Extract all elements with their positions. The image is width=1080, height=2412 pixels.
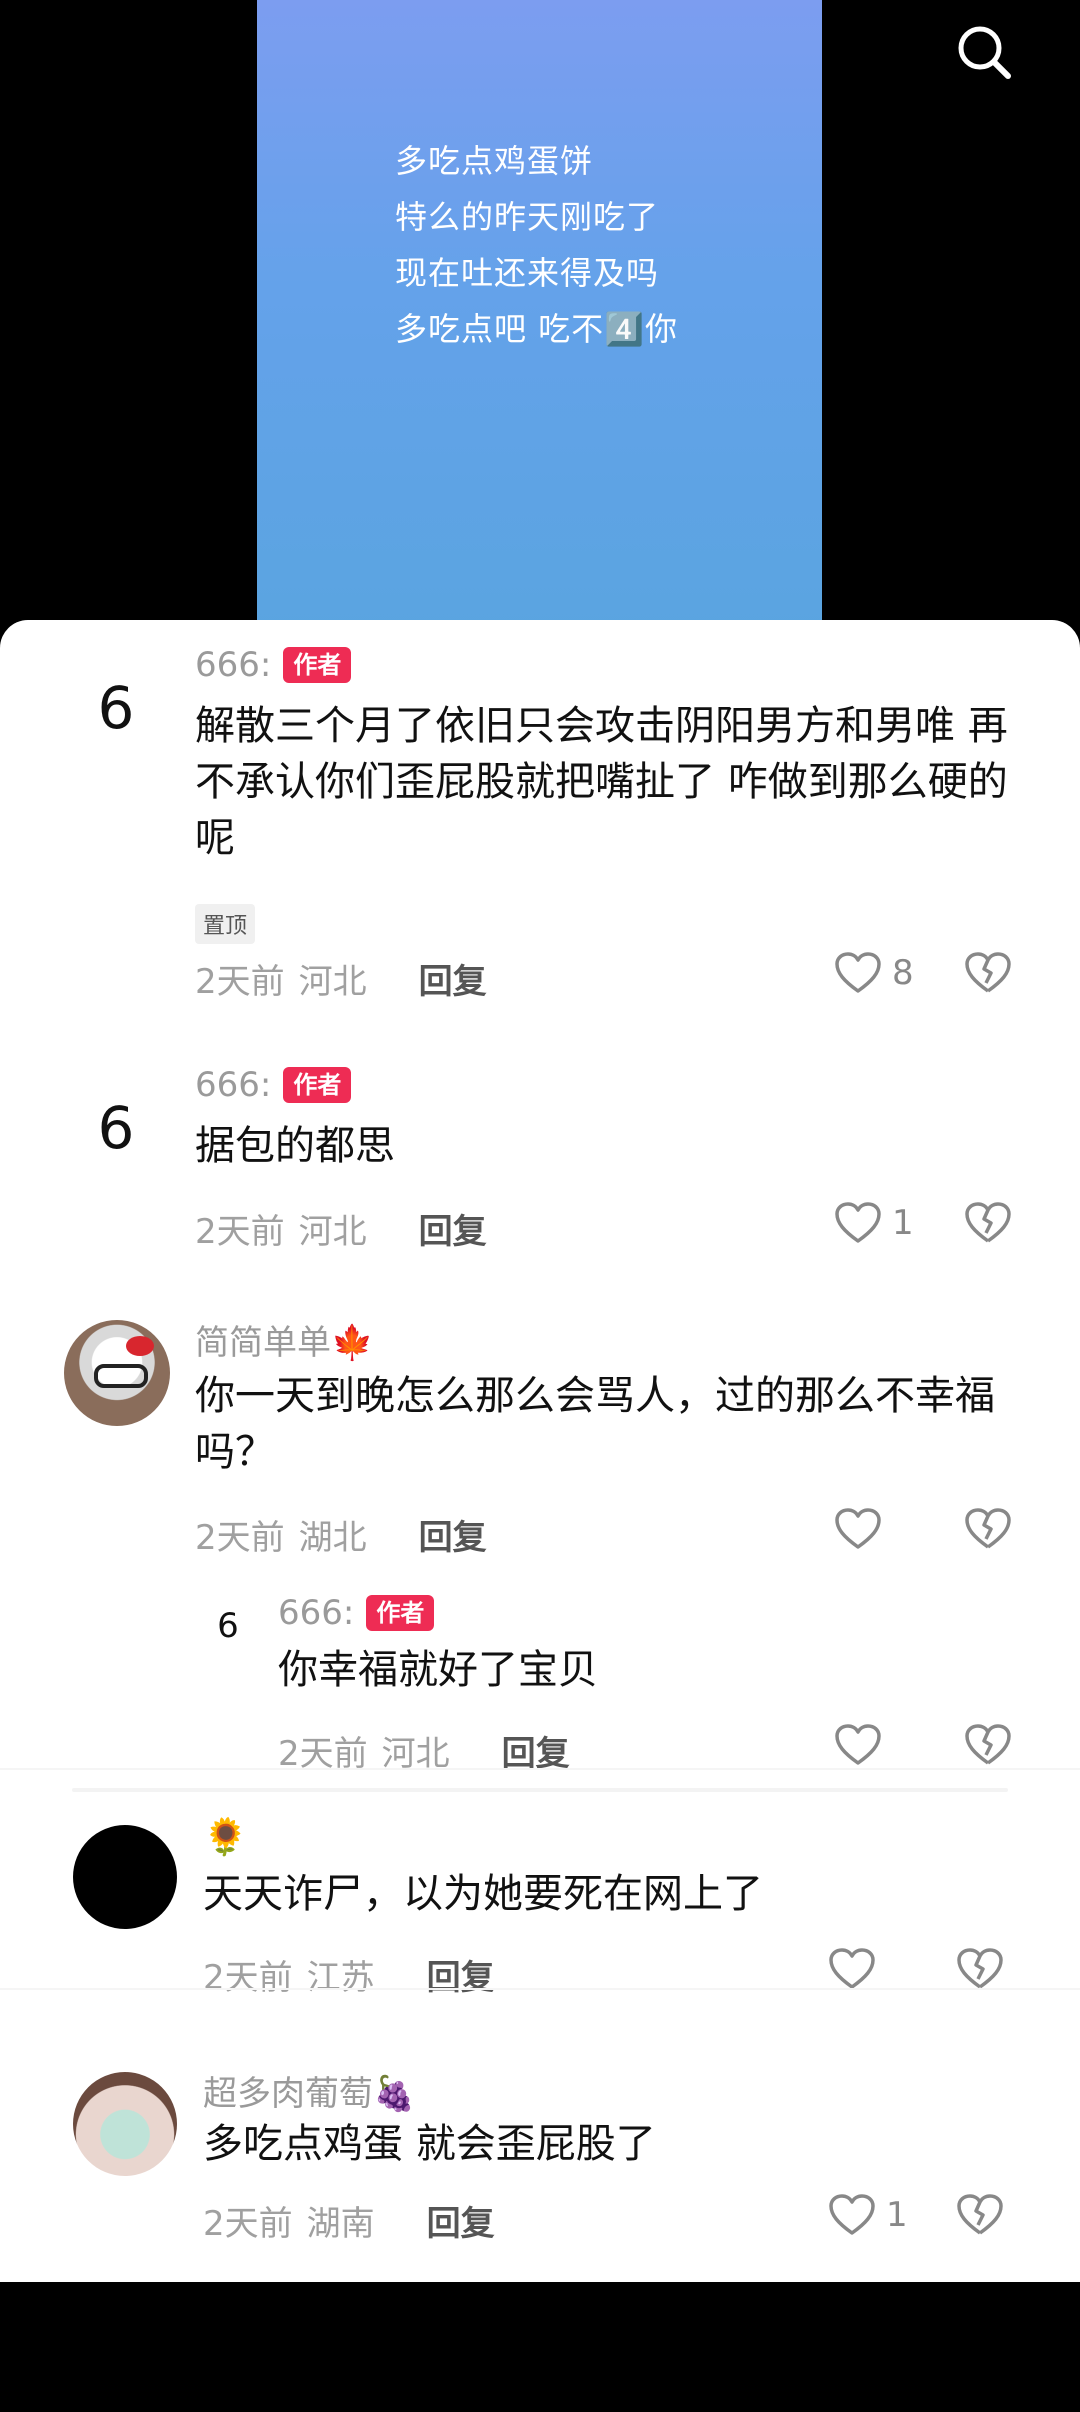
dislike-button[interactable] (964, 1201, 1012, 1245)
caption-line: 多吃点吧 吃不4️⃣你 (395, 310, 679, 348)
like-button[interactable]: 1 (834, 1201, 914, 1245)
comment-location: 湖北 (298, 1518, 367, 1558)
caption-line: 特么的昨天刚吃了 (395, 198, 660, 236)
avatar[interactable]: 6 (68, 1080, 164, 1176)
comment-time: 2天前 (195, 1518, 285, 1558)
comment-header: 简简单单🍁 (195, 1315, 373, 1364)
caption-line: 现在吐还来得及吗 (395, 254, 660, 292)
divider (72, 1788, 1008, 1792)
like-count: 1 (886, 2195, 908, 2235)
comment-header: 666: 作者 (278, 1593, 435, 1633)
divider (0, 1988, 1080, 1990)
comment-text[interactable]: 解散三个月了依旧只会攻击阴阳男方和男唯 再不承认你们歪屁股就把嘴扯了 咋做到那么… (195, 698, 1025, 866)
broken-heart-icon (965, 1202, 1011, 1243)
heart-icon (835, 1202, 881, 1243)
comment-location: 湖南 (306, 2204, 375, 2244)
avatar[interactable] (64, 1320, 170, 1426)
reply-button[interactable]: 回复 (419, 1510, 487, 1559)
avatar[interactable] (73, 1825, 177, 1929)
like-count: 1 (892, 1203, 914, 1243)
dislike-button[interactable] (964, 1723, 1012, 1767)
search-icon[interactable] (954, 22, 1014, 82)
comment-meta: 2天前 湖北 回复 (195, 1510, 487, 1559)
username[interactable]: 超多肉葡萄🍇 (203, 2066, 415, 2115)
comment-text[interactable]: 据包的都思 (195, 1118, 1025, 1174)
avatar[interactable]: 6 (200, 1598, 256, 1654)
username[interactable]: 🌻 (203, 1816, 248, 1858)
username[interactable]: 666: (278, 1593, 354, 1633)
reply-button[interactable]: 回复 (427, 1950, 495, 1999)
like-button[interactable]: 8 (834, 951, 914, 995)
comment-header: 🌻 (203, 1816, 248, 1858)
comment-location: 河北 (298, 1212, 367, 1252)
broken-heart-icon (965, 1508, 1011, 1549)
comment-text[interactable]: 你一天到晚怎么那么会骂人，过的那么不幸福吗？ (195, 1368, 1025, 1480)
comment-meta: 2天前 河北 回复 (195, 954, 487, 1003)
like-button[interactable] (834, 1723, 892, 1767)
comment-location: 江苏 (306, 1958, 375, 1998)
comment-meta: 2天前 江苏 回复 (203, 1950, 495, 1999)
comment-time: 2天前 (195, 1212, 285, 1252)
username[interactable]: 简简单单🍁 (195, 1315, 373, 1364)
dislike-button[interactable] (956, 2193, 1004, 2237)
comment-panel: 6 666: 作者 解散三个月了依旧只会攻击阴阳男方和男唯 再不承认你们歪屁股就… (0, 620, 1080, 2282)
comment-header: 666: 作者 (195, 1065, 352, 1105)
glasses-icon (94, 1364, 148, 1388)
video-player[interactable]: 多吃点鸡蛋饼 特么的昨天刚吃了 现在吐还来得及吗 多吃点吧 吃不4️⃣你 (257, 0, 822, 640)
comment-meta: 2天前 湖南 回复 (203, 2196, 495, 2245)
heart-icon (829, 2194, 875, 2235)
like-button[interactable]: 1 (828, 2193, 908, 2237)
caption-line: 多吃点鸡蛋饼 (395, 142, 594, 180)
author-badge: 作者 (283, 647, 352, 683)
dislike-button[interactable] (956, 1947, 1004, 1991)
pinned-label: 置顶 (195, 904, 256, 944)
broken-heart-icon (965, 1724, 1011, 1765)
reply-button[interactable]: 回复 (419, 954, 487, 1003)
like-count: 8 (892, 953, 914, 993)
broken-heart-icon (957, 2194, 1003, 2235)
comment-text[interactable]: 天天诈尸，以为她要死在网上了 (203, 1866, 1023, 1922)
author-badge: 作者 (283, 1067, 352, 1103)
comment-text[interactable]: 多吃点鸡蛋 就会歪屁股了 (203, 2116, 1023, 2172)
broken-heart-icon (957, 1948, 1003, 1989)
heart-icon (835, 1508, 881, 1549)
comment-header: 超多肉葡萄🍇 (203, 2066, 415, 2115)
avatar[interactable]: 6 (68, 660, 164, 756)
comment-location: 河北 (298, 962, 367, 1002)
bow-icon (126, 1336, 154, 1356)
heart-icon (829, 1948, 875, 1989)
comment-time: 2天前 (203, 2204, 293, 2244)
broken-heart-icon (965, 952, 1011, 993)
comment-text[interactable]: 你幸福就好了宝贝 (278, 1642, 1018, 1698)
heart-icon (835, 1724, 881, 1765)
author-badge: 作者 (366, 1595, 435, 1631)
comment-time: 2天前 (203, 1958, 293, 1998)
username[interactable]: 666: (195, 645, 271, 685)
dislike-button[interactable] (964, 1507, 1012, 1551)
heart-icon (835, 952, 881, 993)
avatar[interactable] (73, 2072, 177, 2176)
comment-header: 666: 作者 (195, 645, 352, 685)
comment-time: 2天前 (195, 962, 285, 1002)
reply-button[interactable]: 回复 (419, 1204, 487, 1253)
divider (0, 1768, 1080, 1770)
dislike-button[interactable] (964, 951, 1012, 995)
like-button[interactable] (828, 1947, 886, 1991)
video-caption: 多吃点鸡蛋饼 特么的昨天刚吃了 现在吐还来得及吗 多吃点吧 吃不4️⃣你 (395, 133, 678, 357)
like-button[interactable] (834, 1507, 892, 1551)
reply-button[interactable]: 回复 (427, 2196, 495, 2245)
username[interactable]: 666: (195, 1065, 271, 1105)
comment-meta: 2天前 河北 回复 (195, 1204, 487, 1253)
